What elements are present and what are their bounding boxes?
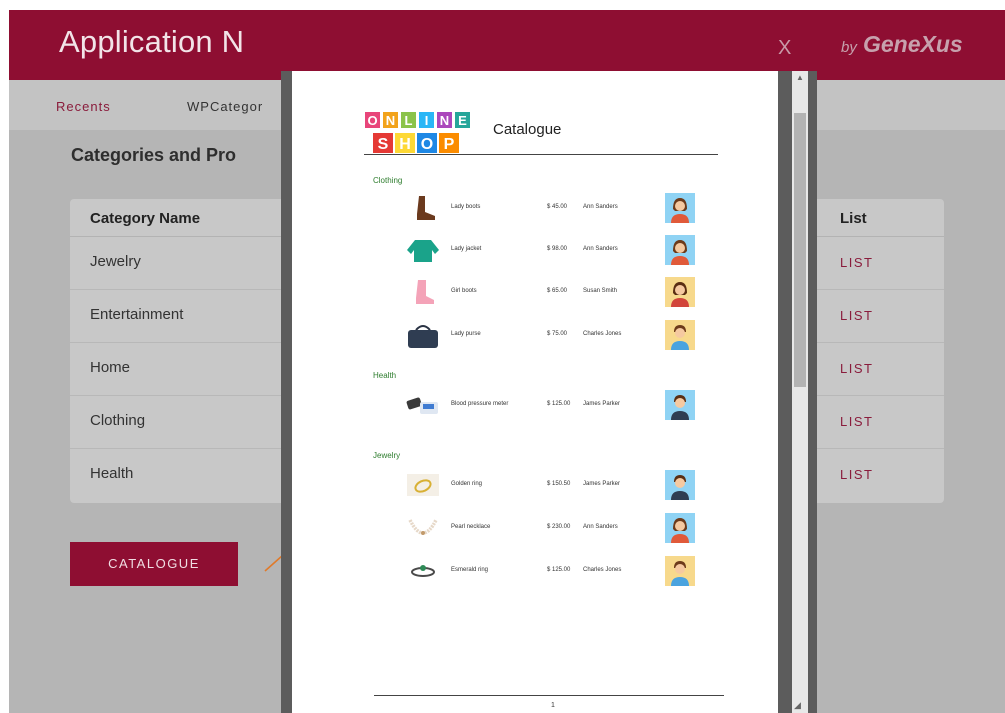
scroll-thumb[interactable] <box>794 113 806 387</box>
svg-text:N: N <box>440 113 449 128</box>
list-link[interactable]: LIST <box>840 467 873 482</box>
purse-icon <box>408 325 438 348</box>
product-name: Golden ring <box>451 481 483 487</box>
catalogue-title: Catalogue <box>493 121 562 138</box>
blood-pressure-icon <box>406 397 438 414</box>
svg-text:E: E <box>458 113 467 128</box>
catalogue-modal: X O N L I N E S H O P Catalogue Clothing… <box>281 30 817 713</box>
list-item: Pearl necklace $ 230.00 Ann Sanders <box>377 512 717 546</box>
list-item: Girl boots $ 65.00 Susan Smith <box>377 276 717 310</box>
close-icon[interactable]: X <box>778 37 791 60</box>
seller-name: James Parker <box>583 481 621 487</box>
product-name: Lady jacket <box>451 246 482 252</box>
section-heading-health: Health <box>373 371 397 380</box>
list-item: Blood pressure meter $ 125.00 James Park… <box>377 389 717 423</box>
ring-icon <box>411 565 435 577</box>
boot-icon <box>417 196 435 220</box>
svg-text:L: L <box>405 113 413 128</box>
list-link[interactable]: LIST <box>840 414 873 429</box>
seller-name: Charles Jones <box>583 331 622 337</box>
column-header-category-name[interactable]: Category Name <box>90 210 200 227</box>
list-link[interactable]: LIST <box>840 361 873 376</box>
category-name-cell: Health <box>90 465 134 482</box>
list-item: Lady purse $ 75.00 Charles Jones <box>377 319 717 353</box>
seller-name: Ann Sanders <box>583 246 618 252</box>
category-name-cell: Home <box>90 359 131 376</box>
product-name: Esmerald ring <box>451 567 489 573</box>
list-link[interactable]: LIST <box>840 255 873 270</box>
byline: by <box>841 39 857 56</box>
category-name-cell: Jewelry <box>90 253 141 270</box>
seller-name: Susan Smith <box>583 288 618 294</box>
female-avatar-icon <box>665 277 695 307</box>
list-link[interactable]: LIST <box>840 308 873 323</box>
svg-text:O: O <box>367 113 377 128</box>
male-avatar-icon <box>665 470 695 500</box>
category-name-cell: Entertainment <box>90 306 184 323</box>
nav-recents-link[interactable]: Recents <box>56 99 111 114</box>
product-price: $ 230.00 <box>547 524 571 530</box>
column-header-list[interactable]: List <box>840 210 867 227</box>
modal-title-bar: X <box>281 30 817 71</box>
page-number: 1 <box>551 702 555 709</box>
product-price: $ 150.50 <box>547 481 571 487</box>
product-name: Lady purse <box>451 331 481 337</box>
product-price: $ 125.00 <box>547 401 571 407</box>
nav-current-page[interactable]: WPCategor <box>187 99 263 114</box>
svg-text:P: P <box>444 136 455 153</box>
ring-icon <box>407 474 439 496</box>
list-item: Lady boots $ 45.00 Ann Sanders <box>377 192 717 226</box>
scroll-up-icon[interactable]: ▲ <box>796 73 804 82</box>
divider <box>364 154 718 155</box>
product-name: Blood pressure meter <box>451 401 509 407</box>
resize-grip-icon[interactable]: ◢ <box>794 700 801 711</box>
seller-name: Ann Sanders <box>583 204 618 210</box>
product-price: $ 75.00 <box>547 331 568 337</box>
seller-name: Charles Jones <box>583 567 622 573</box>
seller-name: James Parker <box>583 401 621 407</box>
list-item: Esmerald ring $ 125.00 Charles Jones <box>377 555 717 589</box>
app-window: Application N by GeneXus Recents WPCateg… <box>9 10 1005 713</box>
svg-text:N: N <box>386 113 395 128</box>
product-price: $ 98.00 <box>547 246 568 252</box>
necklace-icon <box>408 519 438 535</box>
online-shop-logo: O N L I N E S H O P <box>365 112 470 153</box>
genexus-logo: GeneXus <box>863 31 963 57</box>
product-name: Pearl necklace <box>451 524 491 530</box>
male-avatar-icon <box>665 320 695 350</box>
pink-boot-icon <box>416 280 434 304</box>
product-name: Girl boots <box>451 288 477 294</box>
jacket-icon <box>407 240 439 262</box>
female-avatar-icon <box>665 513 695 543</box>
list-item: Golden ring $ 150.50 James Parker <box>377 469 717 503</box>
product-name: Lady boots <box>451 204 481 210</box>
category-name-cell: Clothing <box>90 412 146 429</box>
svg-text:S: S <box>378 136 389 153</box>
section-heading-jewelry: Jewelry <box>373 451 401 460</box>
male-avatar-icon <box>665 390 695 420</box>
section-heading-clothing: Clothing <box>373 176 403 185</box>
product-price: $ 125.00 <box>547 567 571 573</box>
female-avatar-icon <box>665 193 695 223</box>
app-title: Application N <box>59 24 245 59</box>
page-title: Categories and Pro <box>71 145 237 165</box>
catalogue-button[interactable]: CATALOGUE <box>70 542 238 586</box>
svg-text:O: O <box>421 136 433 153</box>
svg-text:I: I <box>425 113 429 128</box>
product-price: $ 65.00 <box>547 288 568 294</box>
male-avatar-icon <box>665 556 695 586</box>
seller-name: Ann Sanders <box>583 524 618 530</box>
pdf-page: O N L I N E S H O P Catalogue Clothing L… <box>292 71 778 713</box>
female-avatar-icon <box>665 235 695 265</box>
svg-text:H: H <box>399 136 411 153</box>
modal-scrollbar[interactable]: ▲ ◢ <box>792 71 808 713</box>
footer-divider <box>374 695 724 696</box>
product-price: $ 45.00 <box>547 204 568 210</box>
list-item: Lady jacket $ 98.00 Ann Sanders <box>377 234 717 268</box>
